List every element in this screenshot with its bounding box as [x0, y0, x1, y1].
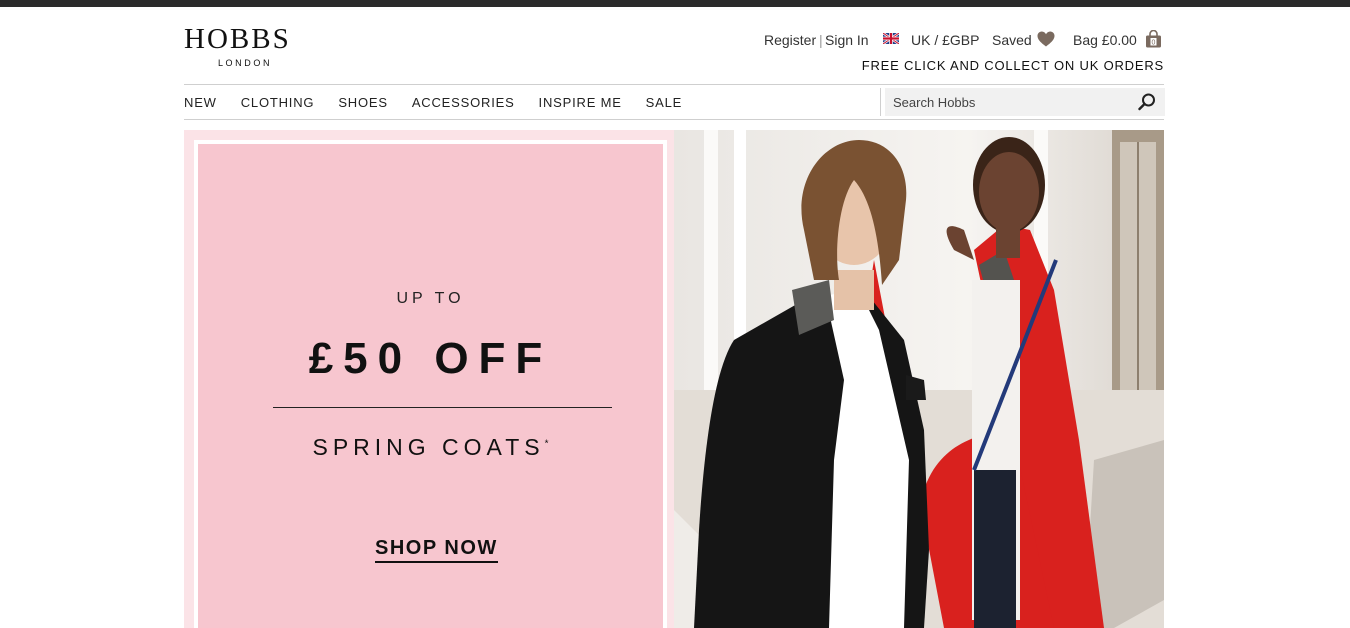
- promo-card: UP TO £50 OFF SPRING COATS* SHOP NOW: [194, 140, 667, 628]
- nav-item-sale[interactable]: SALE: [646, 95, 682, 110]
- search-input[interactable]: [885, 94, 1133, 110]
- locale-selector[interactable]: UK / £GBP: [911, 31, 979, 49]
- uk-flag-icon[interactable]: [883, 33, 899, 44]
- promo-subhead: SPRING COATS: [312, 434, 545, 460]
- promo-message: FREE CLICK AND COLLECT ON UK ORDERS: [861, 58, 1164, 73]
- shopping-bag-icon[interactable]: 0: [1145, 30, 1162, 48]
- header-divider-top: [184, 84, 1164, 85]
- search-icon[interactable]: [1137, 92, 1157, 112]
- register-link[interactable]: Register: [764, 31, 816, 49]
- promo-asterisk: *: [544, 438, 549, 450]
- hobbs-logo[interactable]: HOBBS LONDON: [184, 24, 309, 68]
- bag-count: 0: [1152, 40, 1156, 47]
- saved-link[interactable]: Saved: [992, 31, 1032, 49]
- promo-subhead-wrapper: SPRING COATS*: [198, 434, 663, 461]
- top-bar: [0, 0, 1350, 7]
- promo-divider: [273, 407, 612, 408]
- logo-wordmark: HOBBS: [184, 23, 291, 55]
- link-separator: |: [819, 32, 823, 48]
- sign-in-link[interactable]: Sign In: [825, 31, 869, 49]
- nav-item-shoes[interactable]: SHOES: [338, 95, 388, 110]
- heart-icon[interactable]: [1037, 31, 1055, 47]
- nav-item-new[interactable]: NEW: [184, 95, 217, 110]
- logo-tagline: LONDON: [217, 58, 273, 68]
- nav-item-inspire-me[interactable]: INSPIRE ME: [539, 95, 622, 110]
- header-divider-bottom: [184, 119, 1164, 120]
- promo-eyebrow: UP TO: [396, 290, 465, 307]
- hero-banner[interactable]: UP TO £50 OFF SPRING COATS* SHOP NOW: [184, 130, 1164, 628]
- search-field-wrapper: [885, 88, 1165, 116]
- shop-now-button[interactable]: SHOP NOW: [375, 537, 498, 563]
- hero-promo-panel: UP TO £50 OFF SPRING COATS* SHOP NOW: [184, 130, 674, 628]
- promo-headline: £50 OFF: [308, 334, 553, 383]
- nav-item-clothing[interactable]: CLOTHING: [241, 95, 315, 110]
- hero-image[interactable]: [674, 130, 1164, 628]
- main-nav: NEW CLOTHING SHOES ACCESSORIES INSPIRE M…: [184, 86, 706, 119]
- search-box: [880, 88, 1165, 116]
- nav-item-accessories[interactable]: ACCESSORIES: [412, 95, 515, 110]
- bag-link[interactable]: Bag £0.00: [1073, 31, 1137, 49]
